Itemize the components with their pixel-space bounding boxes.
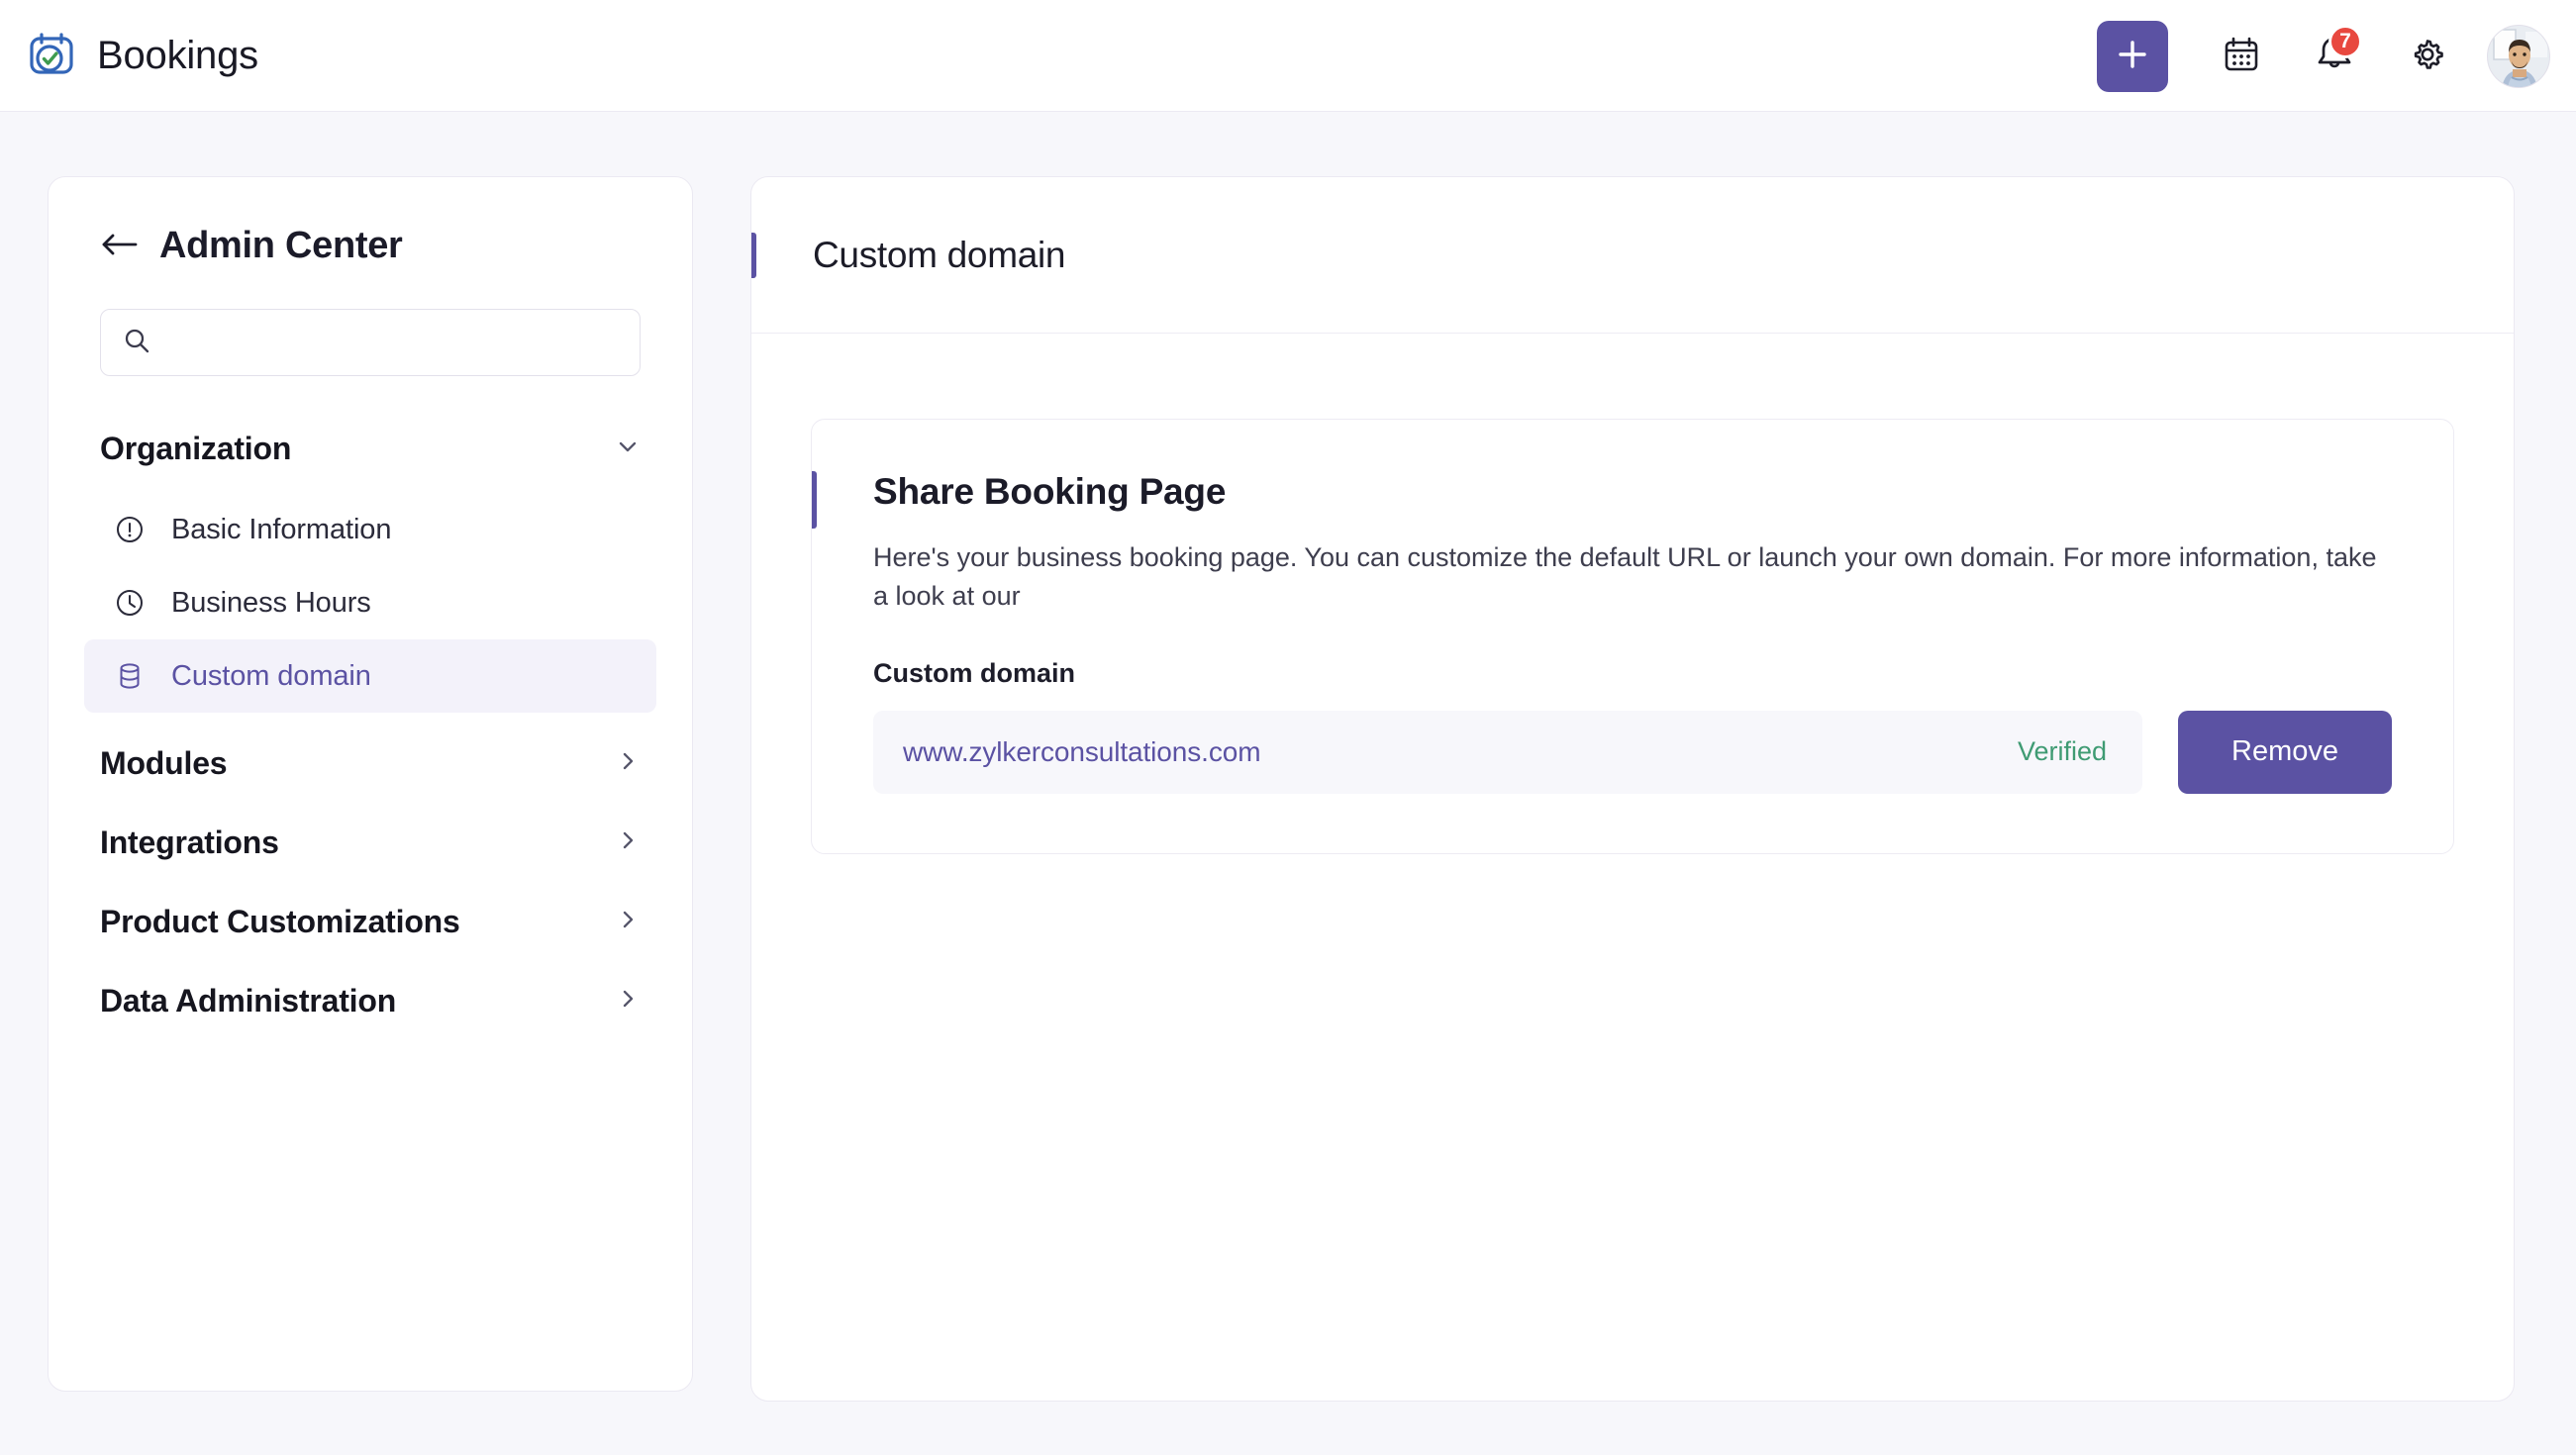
sidebar-item-label: Business Hours xyxy=(171,587,371,620)
sidebar-group-header-organization[interactable]: Organization xyxy=(49,420,692,477)
clock-icon xyxy=(114,587,146,619)
status-badge: Verified xyxy=(2018,736,2107,767)
sidebar-group-organization: Organization Basic Information xyxy=(49,420,692,713)
card-description: Here's your business booking page. You c… xyxy=(873,538,2378,617)
info-circle-icon xyxy=(114,514,146,545)
sidebar-search[interactable] xyxy=(100,309,641,376)
custom-domain-label: Custom domain xyxy=(873,658,2392,689)
sidebar-item-business-hours[interactable]: Business Hours xyxy=(84,566,656,639)
app-title: Bookings xyxy=(97,34,258,78)
sidebar-item-label: Custom domain xyxy=(171,660,371,693)
header-actions: 7 xyxy=(2097,0,2550,112)
page-title: Custom domain xyxy=(813,235,1065,276)
sidebar-group-items: Basic Information Business Hours xyxy=(49,493,692,713)
custom-domain-row: www.zylkerconsultations.com Verified Rem… xyxy=(873,711,2392,794)
sidebar-title: Admin Center xyxy=(159,225,403,267)
chevron-right-icon xyxy=(615,907,641,937)
calendar-icon xyxy=(2222,35,2261,77)
sidebar-header: Admin Center xyxy=(49,177,692,267)
chevron-right-icon xyxy=(615,748,641,779)
chevron-down-icon xyxy=(615,434,641,464)
domain-url[interactable]: www.zylkerconsultations.com xyxy=(903,736,1260,768)
add-button[interactable] xyxy=(2097,21,2168,92)
sidebar-item-custom-domain[interactable]: Custom domain xyxy=(84,639,656,713)
gear-icon xyxy=(2408,35,2447,77)
calendar-button[interactable] xyxy=(2210,25,2273,88)
sidebar-group-header-product-customizations[interactable]: Product Customizations xyxy=(49,893,692,950)
main-panel: Custom domain Share Booking Page Here's … xyxy=(750,176,2515,1402)
sidebar-item-label: Basic Information xyxy=(171,514,391,546)
brand: Bookings xyxy=(26,30,258,81)
card-title: Share Booking Page xyxy=(873,471,2392,513)
sidebar-group-label: Data Administration xyxy=(100,983,396,1019)
sidebar-group-label: Modules xyxy=(100,745,227,782)
bookings-logo-icon xyxy=(26,30,77,81)
settings-button[interactable] xyxy=(2396,25,2459,88)
domain-value-box[interactable]: www.zylkerconsultations.com Verified xyxy=(873,711,2142,794)
sidebar-group-header-data-administration[interactable]: Data Administration xyxy=(49,972,692,1029)
sidebar-group-label: Organization xyxy=(100,431,291,467)
sidebar-group-header-integrations[interactable]: Integrations xyxy=(49,814,692,871)
database-icon xyxy=(114,660,146,692)
search-input[interactable] xyxy=(164,328,618,358)
arrow-left-icon xyxy=(100,232,138,260)
avatar[interactable] xyxy=(2487,25,2550,88)
notification-badge: 7 xyxy=(2328,25,2362,58)
sidebar-group-label: Integrations xyxy=(100,824,279,861)
remove-button[interactable]: Remove xyxy=(2178,711,2392,794)
admin-sidebar: Admin Center Organization xyxy=(48,176,693,1392)
share-booking-page-card: Share Booking Page Here's your business … xyxy=(811,419,2454,854)
chevron-right-icon xyxy=(615,986,641,1017)
plus-icon xyxy=(2116,38,2149,74)
card-accent-bar xyxy=(812,471,817,529)
notifications-button[interactable]: 7 xyxy=(2303,25,2366,88)
sidebar-item-basic-information[interactable]: Basic Information xyxy=(84,493,656,566)
back-button[interactable] xyxy=(100,232,138,261)
app-header: Bookings xyxy=(0,0,2576,112)
search-icon xyxy=(123,327,150,359)
main-header: Custom domain xyxy=(751,177,2514,334)
title-accent-bar xyxy=(751,233,756,278)
sidebar-group-label: Product Customizations xyxy=(100,904,460,940)
chevron-right-icon xyxy=(615,827,641,858)
sidebar-group-header-modules[interactable]: Modules xyxy=(49,734,692,792)
